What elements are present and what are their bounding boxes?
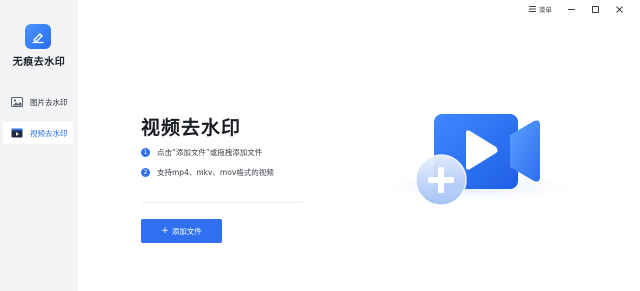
step-2: 2 支持mp4、mkv、mov格式的视频 (141, 167, 274, 178)
sidebar-item-label: 图片去水印 (30, 97, 68, 107)
app-window: 无痕去水印 图片去水印 视频去水印 菜单 视频去水印 1 点击“添加文件”或拖拽… (0, 0, 640, 291)
sidebar-item-label: 视频去水印 (30, 128, 68, 138)
titlebar: 菜单 (529, 0, 640, 18)
step-number: 1 (141, 148, 150, 157)
app-name: 无痕去水印 (12, 57, 66, 68)
menu-label: 菜单 (539, 6, 552, 14)
video-icon (11, 128, 23, 138)
plus-icon: + (161, 225, 169, 236)
maximize-icon (591, 5, 599, 13)
add-file-button[interactable]: + 添加文件 (141, 219, 222, 243)
minimize-button[interactable] (566, 4, 576, 14)
sidebar-item-video-watermark[interactable]: 视频去水印 (3, 122, 73, 144)
menu-icon (529, 6, 536, 12)
step-number: 2 (141, 168, 150, 177)
menu-button[interactable]: 菜单 (529, 4, 552, 14)
page-title: 视频去水印 (141, 117, 242, 139)
image-icon (11, 97, 23, 107)
sidebar: 无痕去水印 图片去水印 视频去水印 (0, 0, 78, 291)
step-text: 点击“添加文件”或拖拽添加文件 (157, 148, 263, 157)
add-file-label: 添加文件 (171, 226, 202, 236)
maximize-button[interactable] (590, 4, 600, 14)
divider (141, 202, 303, 203)
sidebar-item-image-watermark[interactable]: 图片去水印 (3, 91, 73, 113)
close-button[interactable] (614, 4, 624, 14)
app-logo-icon (25, 24, 51, 49)
step-1: 1 点击“添加文件”或拖拽添加文件 (141, 147, 262, 158)
minimize-icon (567, 8, 575, 10)
step-text: 支持mp4、mkv、mov格式的视频 (157, 168, 274, 177)
main-panel: 菜单 视频去水印 1 点击“添加文件”或拖拽添加文件 2 支持mp4、mkv、m… (78, 0, 640, 291)
close-icon (615, 5, 623, 13)
video-camera-illustration (378, 105, 573, 206)
